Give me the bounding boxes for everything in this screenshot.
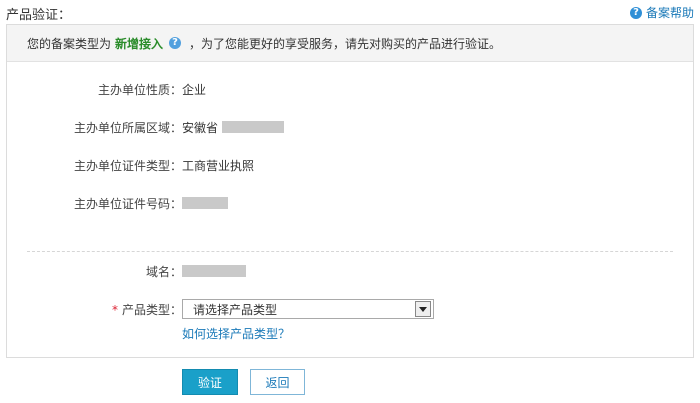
field-value: 工商营业执照 bbox=[182, 158, 255, 173]
chevron-down-icon[interactable] bbox=[415, 301, 431, 317]
verify-button[interactable]: 验证 bbox=[182, 369, 238, 395]
field-value bbox=[182, 265, 246, 277]
field-row-domain: 域名： bbox=[7, 261, 246, 281]
field-label: 域名： bbox=[145, 264, 182, 279]
verification-panel: 您的备案类型为 新增接入 ? ，为了您能更好的享受服务，请先对购买的产品进行验证… bbox=[6, 24, 694, 358]
field-row-cert-type: 主办单位证件类型： 工商营业执照 bbox=[7, 155, 254, 175]
redacted-region bbox=[222, 121, 285, 133]
notice-bar: 您的备案类型为 新增接入 ? ，为了您能更好的享受服务，请先对购买的产品进行验证… bbox=[7, 25, 693, 62]
help-icon: ? bbox=[629, 6, 642, 19]
field-label: 主办单位所属区域： bbox=[73, 120, 182, 135]
field-row-cert-number: 主办单位证件号码： bbox=[7, 193, 228, 213]
field-value: 企业 bbox=[182, 82, 207, 97]
field-value: 安徽省 bbox=[182, 119, 285, 136]
product-type-help-link[interactable]: 如何选择产品类型？ bbox=[182, 325, 290, 342]
filing-type-help-icon[interactable]: ? bbox=[169, 37, 182, 49]
field-row-org-region: 主办单位所属区域： 安徽省 bbox=[7, 117, 285, 137]
field-label: * 产品类型： bbox=[111, 302, 182, 317]
section-divider bbox=[27, 251, 673, 252]
help-link[interactable]: ? 备案帮助 bbox=[629, 4, 694, 21]
product-type-selected: 请选择产品类型 bbox=[193, 302, 278, 317]
redacted-cert-number bbox=[182, 197, 228, 209]
redacted-domain bbox=[182, 265, 246, 277]
notice-prefix: 您的备案类型为 bbox=[27, 36, 112, 51]
back-button[interactable]: 返回 bbox=[250, 369, 305, 395]
region-province: 安徽省 bbox=[182, 120, 219, 135]
field-row-org-nature: 主办单位性质： 企业 bbox=[7, 79, 206, 99]
filing-type: 新增接入 bbox=[115, 36, 164, 51]
field-row-product-type: * 产品类型： 请选择产品类型 bbox=[7, 299, 434, 319]
product-type-select[interactable]: 请选择产品类型 bbox=[182, 299, 434, 319]
field-label: 主办单位性质： bbox=[97, 82, 182, 97]
field-label: 主办单位证件号码： bbox=[73, 196, 182, 211]
notice-suffix: ，为了您能更好的享受服务，请先对购买的产品进行验证。 bbox=[189, 36, 502, 51]
required-mark: * bbox=[111, 302, 118, 317]
field-label: 主办单位证件类型： bbox=[73, 158, 182, 173]
field-value bbox=[182, 197, 228, 209]
help-link-label: 备案帮助 bbox=[645, 6, 694, 20]
page-title: 产品验证： bbox=[6, 8, 72, 23]
